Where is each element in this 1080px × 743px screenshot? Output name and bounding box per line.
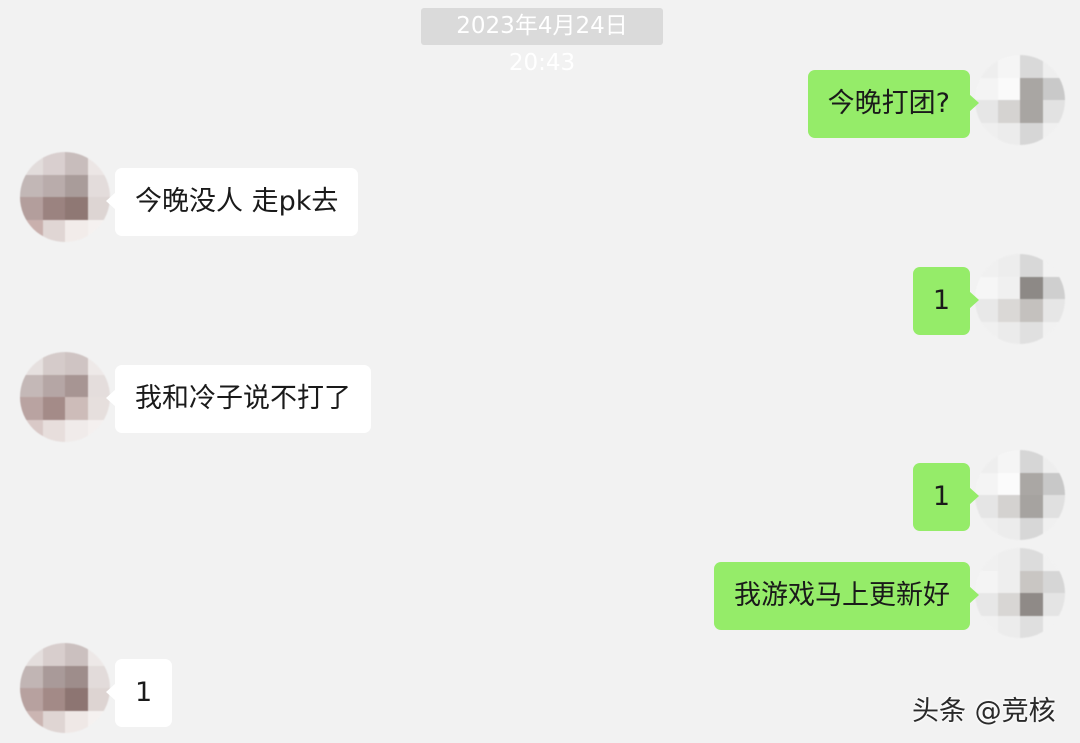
my-avatar[interactable] bbox=[975, 254, 1065, 344]
friend-avatar[interactable] bbox=[20, 643, 110, 733]
message-bubble-incoming[interactable]: 1 bbox=[105, 659, 173, 727]
my-avatar[interactable] bbox=[975, 450, 1065, 540]
message-bubble-incoming[interactable]: 今晚没人 走pk去 bbox=[105, 168, 359, 236]
chat-timestamp: 2023年4月24日 20:43 bbox=[421, 8, 663, 76]
friend-avatar[interactable] bbox=[20, 152, 110, 242]
my-avatar[interactable] bbox=[975, 55, 1065, 145]
friend-avatar[interactable] bbox=[20, 352, 110, 442]
watermark: 头条 @竞核 bbox=[912, 696, 1056, 727]
message-bubble-outgoing[interactable]: 我游戏马上更新好 bbox=[714, 562, 979, 630]
message-bubble-incoming[interactable]: 我和冷子说不打了 bbox=[106, 365, 371, 433]
message-bubble-outgoing[interactable]: 1 bbox=[912, 267, 980, 335]
my-avatar[interactable] bbox=[975, 548, 1065, 638]
message-bubble-outgoing[interactable]: 1 bbox=[912, 463, 980, 531]
message-bubble-outgoing[interactable]: 今晚打团? bbox=[807, 70, 980, 138]
